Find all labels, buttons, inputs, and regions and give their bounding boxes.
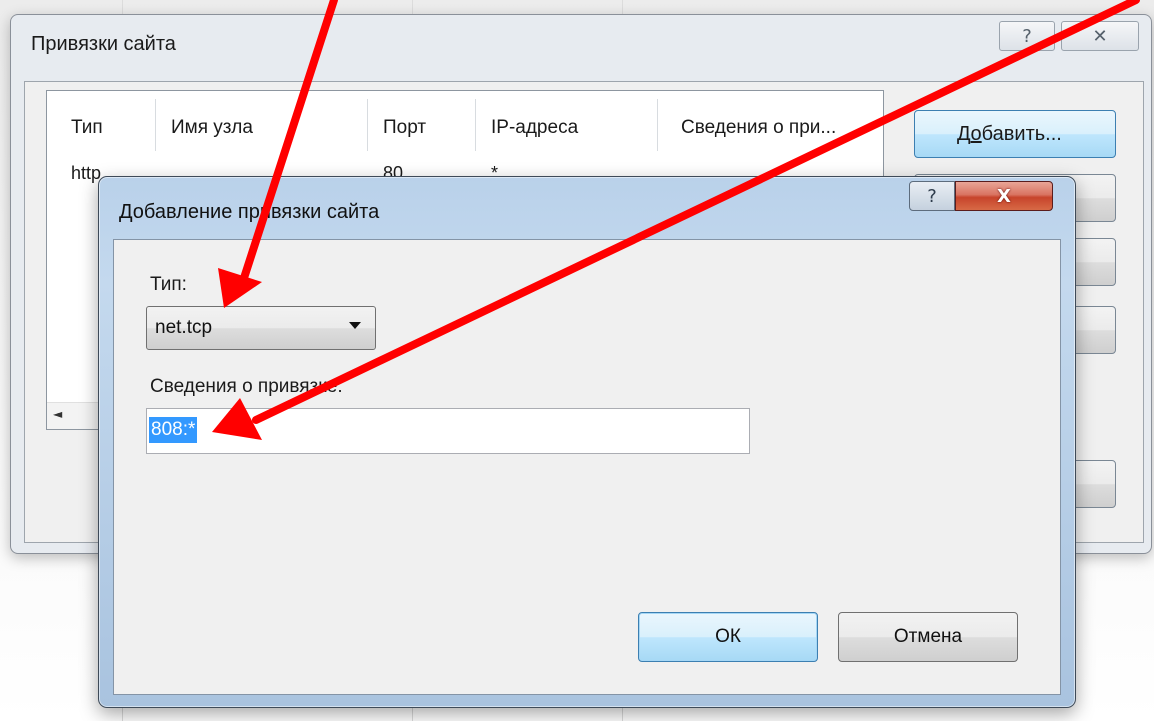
binding-info-input[interactable]: 808:* <box>146 408 750 454</box>
column-separator[interactable] <box>475 99 476 151</box>
add-site-binding-dialog: Добавление привязки сайта ? X Тип: net.t… <box>98 176 1076 708</box>
column-header-hostname[interactable]: Имя узла <box>171 117 253 139</box>
add-label-accesskey: о <box>970 122 982 145</box>
close-button[interactable]: ✕ <box>1061 21 1139 51</box>
cell-type: http <box>71 163 102 183</box>
help-icon: ? <box>927 185 937 207</box>
add-label-part: Д <box>957 122 971 145</box>
close-icon: X <box>997 185 1011 207</box>
add-label-part: бавить... <box>981 122 1062 145</box>
type-select-value: net.tcp <box>155 317 213 338</box>
close-icon: ✕ <box>1092 25 1108 47</box>
help-button[interactable]: ? <box>999 21 1055 51</box>
dropdown-arrow-icon[interactable] <box>349 322 361 329</box>
add-binding-button[interactable]: До бавить... <box>914 110 1116 158</box>
column-header-binding-info[interactable]: Сведения о при... <box>681 117 836 139</box>
list-header: Тип Имя узла Порт IP-адреса Сведения о п… <box>47 91 883 153</box>
type-select[interactable]: net.tcp <box>146 306 376 350</box>
binding-info-label: Сведения о привязке: <box>150 376 343 397</box>
close-button[interactable]: X <box>955 181 1053 211</box>
dialog-title: Добавление привязки сайта <box>119 201 380 223</box>
scroll-left-icon[interactable]: ◄ <box>53 407 62 421</box>
help-button[interactable]: ? <box>909 181 955 211</box>
column-header-port[interactable]: Порт <box>383 117 426 139</box>
ok-button[interactable]: ОК <box>638 612 818 662</box>
column-header-ip[interactable]: IP-адреса <box>491 117 578 139</box>
column-separator[interactable] <box>657 99 658 151</box>
type-label: Тип: <box>150 274 187 295</box>
cancel-button[interactable]: Отмена <box>838 612 1018 662</box>
binding-info-value: 808:* <box>149 417 198 443</box>
column-separator[interactable] <box>367 99 368 151</box>
column-header-type[interactable]: Тип <box>71 117 103 139</box>
help-icon: ? <box>1022 25 1032 47</box>
column-separator[interactable] <box>155 99 156 151</box>
dialog-title: Привязки сайта <box>31 33 176 55</box>
dialog-client-area: Тип: net.tcp Сведения о привязке: 808:* … <box>113 239 1061 695</box>
